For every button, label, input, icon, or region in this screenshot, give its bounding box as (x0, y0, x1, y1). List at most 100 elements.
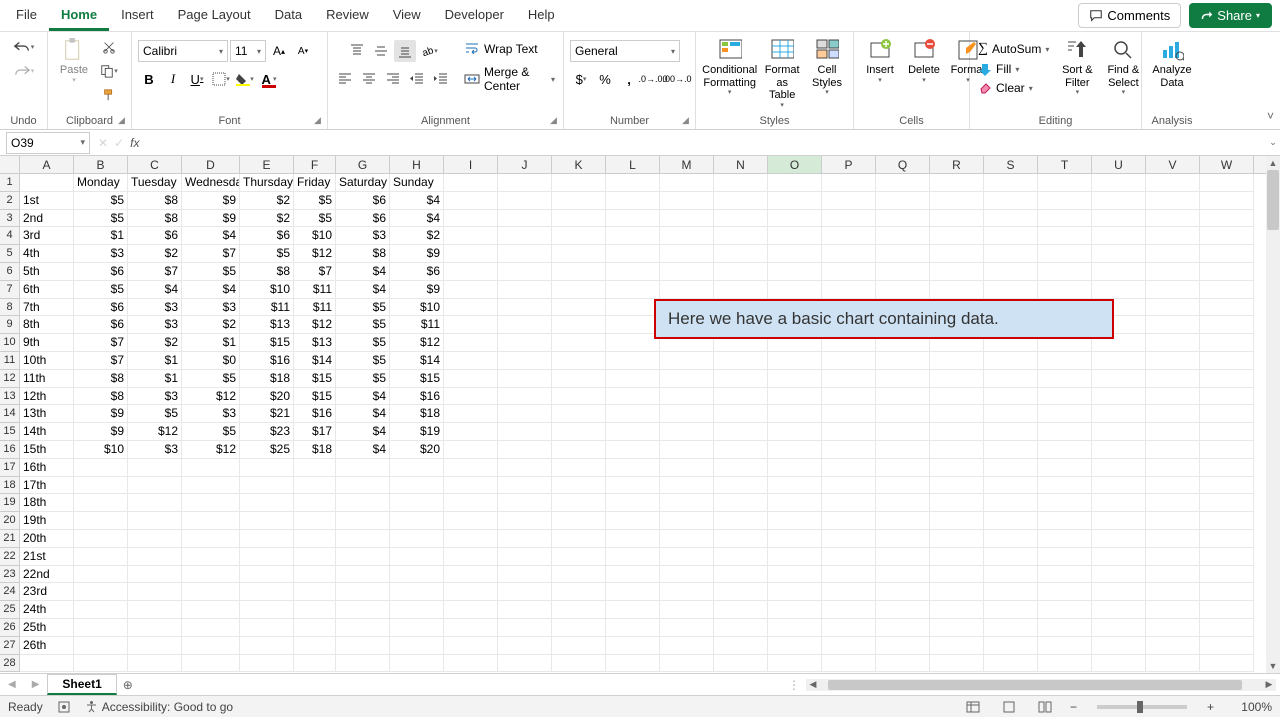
cell[interactable] (606, 601, 660, 619)
cell[interactable] (128, 619, 182, 637)
cell[interactable] (444, 299, 498, 317)
cell[interactable] (74, 512, 128, 530)
cell[interactable]: 7th (20, 299, 74, 317)
cell[interactable] (128, 548, 182, 566)
cell[interactable]: $3 (128, 388, 182, 406)
cell[interactable] (498, 477, 552, 495)
cell[interactable] (390, 548, 444, 566)
cell[interactable]: $8 (74, 388, 128, 406)
cell[interactable] (1092, 619, 1146, 637)
cell[interactable] (444, 210, 498, 228)
cell[interactable] (182, 583, 240, 601)
cell[interactable] (182, 494, 240, 512)
cell[interactable] (822, 281, 876, 299)
decrease-indent-button[interactable] (406, 68, 428, 90)
cell[interactable]: $5 (182, 423, 240, 441)
copy-button[interactable]: ▾ (98, 60, 120, 82)
vertical-scrollbar[interactable]: ▲ ▼ (1266, 156, 1280, 673)
cell[interactable] (768, 566, 822, 584)
cell[interactable] (930, 477, 984, 495)
row-header[interactable]: 18 (0, 477, 20, 495)
cell[interactable] (390, 601, 444, 619)
cell[interactable]: $4 (336, 281, 390, 299)
cell[interactable] (1146, 245, 1200, 263)
cell[interactable] (714, 477, 768, 495)
row-header[interactable]: 23 (0, 566, 20, 584)
cell[interactable] (182, 548, 240, 566)
cell[interactable]: 25th (20, 619, 74, 637)
cell[interactable] (876, 370, 930, 388)
cell[interactable] (1038, 245, 1092, 263)
cell[interactable] (1200, 227, 1254, 245)
cell[interactable]: $23 (240, 423, 294, 441)
cell[interactable] (930, 352, 984, 370)
cell[interactable] (984, 566, 1038, 584)
cell[interactable] (1146, 459, 1200, 477)
column-header[interactable]: F (294, 156, 336, 173)
cell[interactable] (498, 405, 552, 423)
cell[interactable]: $8 (336, 245, 390, 263)
cell[interactable] (1038, 459, 1092, 477)
cell[interactable] (444, 316, 498, 334)
cell[interactable]: $11 (390, 316, 444, 334)
cell[interactable] (984, 174, 1038, 192)
cell[interactable] (930, 388, 984, 406)
cell[interactable] (336, 530, 390, 548)
cell[interactable] (876, 405, 930, 423)
cell[interactable] (498, 494, 552, 512)
cell[interactable] (1200, 316, 1254, 334)
clear-button[interactable]: Clear▾ (976, 80, 1035, 96)
cell[interactable] (336, 459, 390, 477)
cell[interactable] (1038, 227, 1092, 245)
cell[interactable]: $15 (294, 388, 336, 406)
underline-button[interactable]: U▾ (186, 68, 208, 90)
cell[interactable] (240, 566, 294, 584)
hscroll-track[interactable] (820, 679, 1262, 691)
cell[interactable] (606, 494, 660, 512)
merge-center-button[interactable]: Merge & Center ▾ (462, 64, 557, 94)
cell[interactable] (390, 619, 444, 637)
cell[interactable]: $19 (390, 423, 444, 441)
cell[interactable] (1092, 245, 1146, 263)
cell[interactable] (1146, 441, 1200, 459)
decrease-font-button[interactable]: A▾ (292, 40, 314, 62)
cell[interactable]: $15 (294, 370, 336, 388)
cell[interactable] (660, 174, 714, 192)
cell[interactable]: 12th (20, 388, 74, 406)
cell[interactable] (606, 583, 660, 601)
align-center-button[interactable] (358, 68, 380, 90)
cell[interactable] (984, 263, 1038, 281)
cell[interactable] (984, 227, 1038, 245)
cell[interactable] (444, 263, 498, 281)
cell[interactable] (294, 459, 336, 477)
column-header[interactable]: W (1200, 156, 1254, 173)
cell[interactable] (768, 174, 822, 192)
cell[interactable] (984, 512, 1038, 530)
cell[interactable] (1092, 370, 1146, 388)
cell[interactable]: $16 (294, 405, 336, 423)
cell[interactable]: $3 (74, 245, 128, 263)
cell[interactable]: 14th (20, 423, 74, 441)
cell[interactable]: $3 (182, 299, 240, 317)
cell[interactable] (660, 263, 714, 281)
column-header[interactable]: J (498, 156, 552, 173)
cut-button[interactable] (98, 36, 120, 58)
cell[interactable] (128, 655, 182, 673)
cell[interactable] (552, 601, 606, 619)
cell[interactable] (822, 405, 876, 423)
cell[interactable]: $18 (294, 441, 336, 459)
cell[interactable] (822, 245, 876, 263)
cell[interactable] (660, 370, 714, 388)
cell[interactable] (984, 477, 1038, 495)
cell[interactable]: $2 (182, 316, 240, 334)
cell[interactable]: Wednesday (182, 174, 240, 192)
cell[interactable] (1092, 655, 1146, 673)
sort-filter-button[interactable]: Sort & Filter▾ (1057, 36, 1097, 99)
zoom-out-button[interactable]: − (1070, 700, 1077, 714)
cell[interactable] (182, 477, 240, 495)
cell[interactable] (444, 548, 498, 566)
cell[interactable] (930, 619, 984, 637)
cell[interactable] (984, 405, 1038, 423)
cell[interactable] (1146, 210, 1200, 228)
cell[interactable]: $9 (390, 281, 444, 299)
